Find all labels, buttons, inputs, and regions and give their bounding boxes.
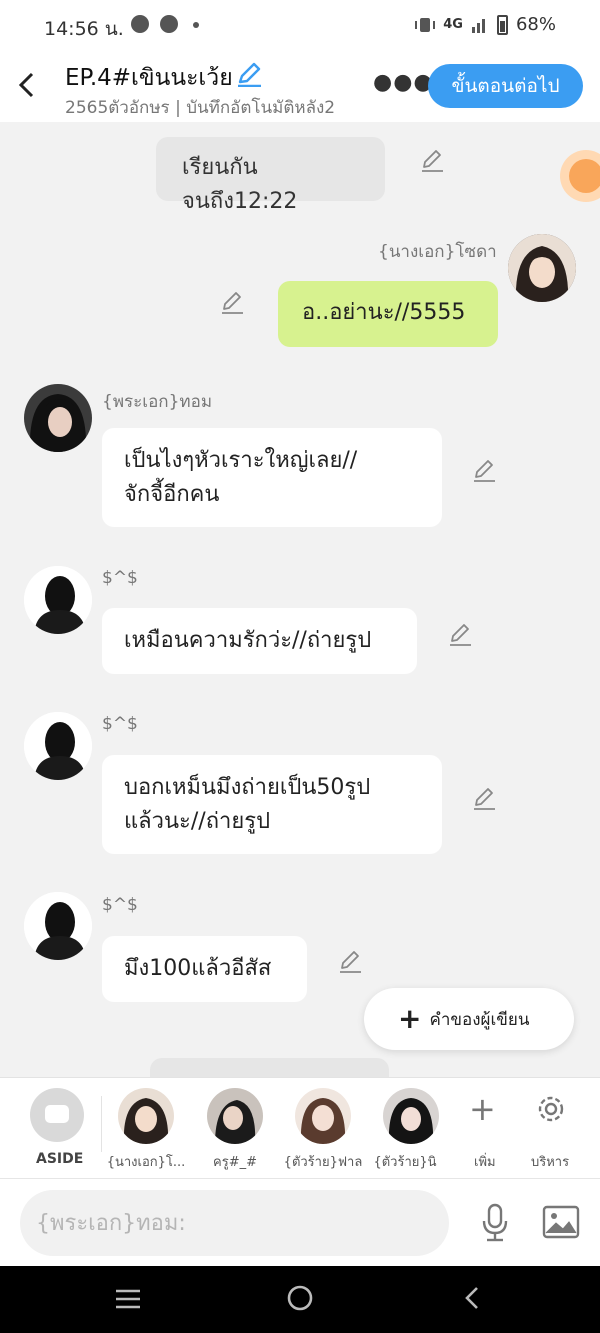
message-text: แล้วนะ//ถ่ายรูป	[124, 809, 271, 834]
gear-icon[interactable]	[534, 1092, 568, 1126]
character-photo	[207, 1088, 263, 1144]
home-icon[interactable]	[286, 1284, 314, 1312]
message-text: เรียนกันจนถึง12:22	[182, 155, 298, 214]
divider	[101, 1096, 102, 1152]
input-bar	[0, 1178, 600, 1266]
aside-icon[interactable]	[30, 1088, 84, 1142]
status-indicators: 4G 68%	[415, 14, 556, 35]
messenger-icon	[131, 15, 149, 33]
narration-bubble[interactable]: เรียนกันจนถึง12:22	[156, 137, 385, 214]
recent-apps-icon[interactable]	[114, 1288, 142, 1310]
message-text: บอกเหม็นมึงถ่ายเป็น50รูป	[124, 775, 371, 800]
narration-bubble-partial[interactable]	[150, 1058, 389, 1077]
next-step-button[interactable]: ขั้นตอนต่อไป	[428, 64, 583, 108]
silhouette-shape	[24, 712, 92, 780]
system-nav-bar	[0, 1266, 600, 1333]
floating-camera-icon[interactable]	[560, 150, 600, 202]
edit-message-icon[interactable]	[472, 458, 496, 482]
add-character-label: เพิ่ม	[474, 1155, 496, 1170]
plus-icon: +	[398, 1002, 422, 1035]
silhouette-avatar-icon[interactable]	[24, 712, 92, 780]
back-arrow-icon[interactable]	[16, 70, 38, 100]
sender-name: {พระเอก}ทอม	[102, 392, 213, 412]
edit-message-icon[interactable]	[420, 148, 444, 172]
character-avatar[interactable]	[207, 1088, 263, 1144]
message-bubble[interactable]: เหมือนความรักว่ะ//ถ่ายรูป	[102, 608, 417, 674]
character-photo	[295, 1088, 351, 1144]
add-character-icon[interactable]: +	[469, 1090, 496, 1128]
edit-title-icon[interactable]	[236, 61, 262, 87]
vibrate-icon	[415, 17, 436, 32]
signal-icon	[471, 18, 485, 33]
sender-name: $^$	[102, 895, 138, 915]
microphone-icon[interactable]	[480, 1203, 510, 1243]
image-icon[interactable]	[542, 1205, 580, 1239]
back-nav-icon[interactable]	[462, 1285, 482, 1311]
character-name: {ตัวร้าย}นิ	[373, 1155, 437, 1170]
character-avatar[interactable]	[118, 1088, 174, 1144]
silhouette-shape	[24, 892, 92, 960]
chat-header: EP.4#เขินนะเว้ย 2565ตัวอักษร | บันทึกอัต…	[0, 52, 600, 122]
edit-message-icon[interactable]	[338, 949, 362, 973]
edit-message-icon[interactable]	[220, 290, 244, 314]
status-bar: 14:56 น. 4G 68%	[0, 0, 600, 52]
sender-name: $^$	[102, 568, 138, 588]
silhouette-shape	[24, 566, 92, 634]
message-bubble[interactable]: อ..อย่านะ//5555	[278, 281, 498, 347]
character-avatar[interactable]	[383, 1088, 439, 1144]
chat-area: เรียนกันจนถึง12:22 {นางเอก}โซดา อ..อย่าน…	[0, 122, 600, 1077]
avatar-photo	[508, 234, 576, 302]
edit-message-icon[interactable]	[472, 786, 496, 810]
edit-message-icon[interactable]	[448, 622, 472, 646]
message-bubble[interactable]: เป็นไงๆหัวเราะใหญ่เลย// จักจี้อีกคน	[102, 428, 442, 527]
message-text: จักจี้อีกคน	[124, 482, 220, 507]
author-note-button[interactable]: + คำของผู้เขียน	[364, 988, 574, 1050]
character-photo	[383, 1088, 439, 1144]
silhouette-avatar-icon[interactable]	[24, 892, 92, 960]
message-text: เหมือนความรักว่ะ//ถ่ายรูป	[124, 628, 372, 653]
message-bubble[interactable]: มึง100แล้วอีสัส	[102, 936, 307, 1002]
avatar[interactable]	[24, 384, 92, 452]
episode-subtitle: 2565ตัวอักษร | บันทึกอัตโนมัติหลัง2	[65, 98, 336, 118]
message-text: เป็นไงๆหัวเราะใหญ่เลย//	[124, 448, 358, 473]
line-icon	[160, 15, 178, 33]
message-bubble[interactable]: บอกเหม็นมึงถ่ายเป็น50รูป แล้วนะ//ถ่ายรูป	[102, 755, 442, 854]
character-name: {ตัวร้าย}ฟาล	[283, 1155, 363, 1170]
sender-name: $^$	[102, 714, 138, 734]
status-time: 14:56 น.	[44, 18, 124, 40]
message-input[interactable]	[20, 1190, 449, 1256]
character-photo	[118, 1088, 174, 1144]
battery-percent: 68%	[515, 14, 556, 35]
message-text: มึง100แล้วอีสัส	[124, 956, 272, 981]
character-name: ครู#_#	[213, 1155, 257, 1170]
more-options-icon[interactable]: ●●●	[373, 70, 434, 95]
notification-dot-icon	[193, 22, 199, 28]
character-avatar[interactable]	[295, 1088, 351, 1144]
aside-label: ASIDE	[36, 1151, 84, 1167]
author-note-label: คำของผู้เขียน	[429, 1009, 530, 1030]
battery-icon	[496, 14, 508, 35]
message-text: อ..อย่านะ//5555	[302, 300, 466, 325]
network-label: 4G	[443, 17, 463, 32]
manage-label: บริหาร	[531, 1155, 570, 1170]
sender-name: {นางเอก}โซดา	[378, 242, 497, 262]
silhouette-avatar-icon[interactable]	[24, 566, 92, 634]
character-bar: ASIDE {นางเอก}โ... ครู#_# {ตัวร้าย}ฟาล {…	[0, 1077, 600, 1178]
avatar[interactable]	[508, 234, 576, 302]
avatar-photo	[24, 384, 92, 452]
character-name: {นางเอก}โ...	[106, 1155, 186, 1170]
episode-title: EP.4#เขินนะเว้ย	[65, 65, 233, 91]
